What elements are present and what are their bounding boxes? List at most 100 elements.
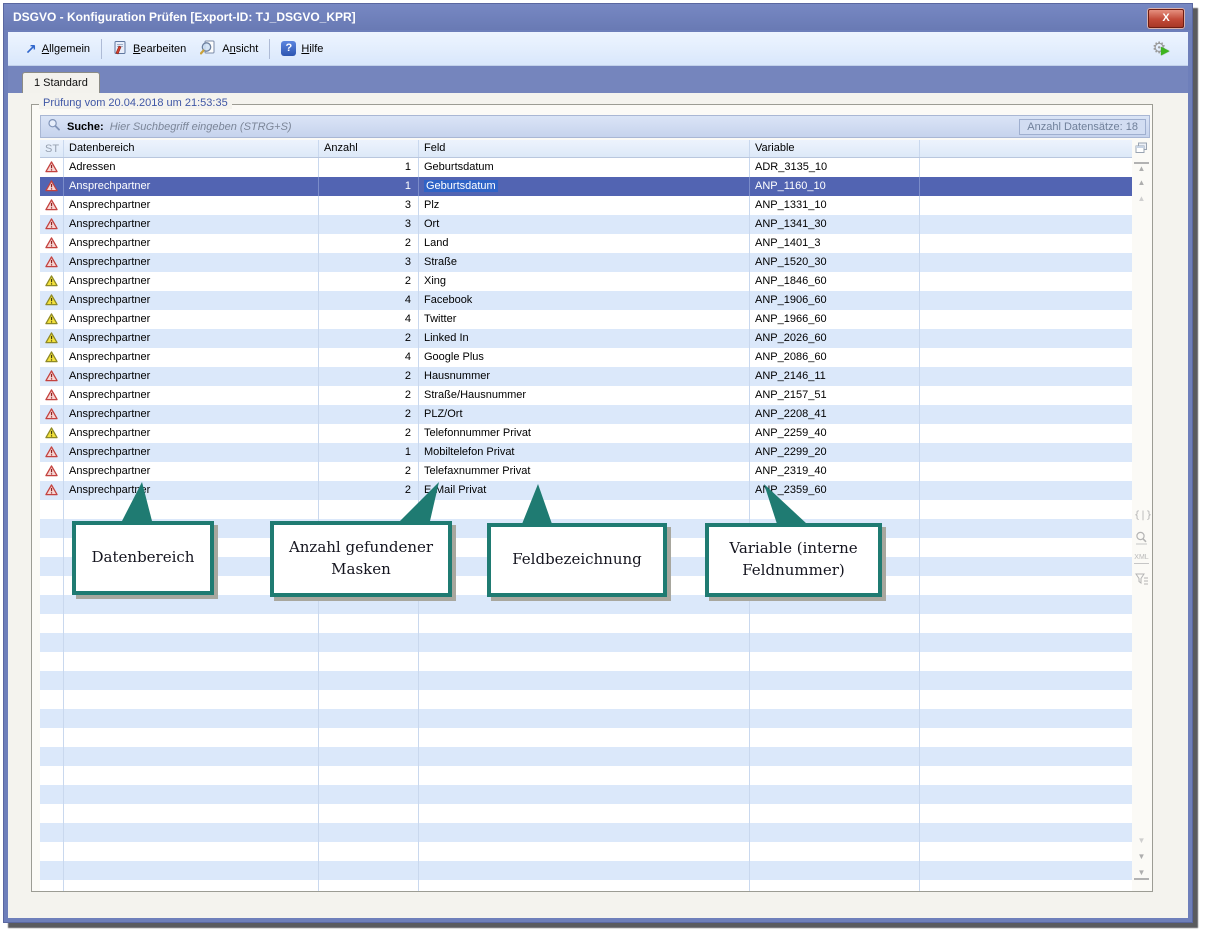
empty-table-row[interactable] [40,861,1132,880]
table-row[interactable]: Ansprechpartner3OrtANP_1341_30 [40,215,1132,234]
scroll-to-top-icon[interactable]: ▲ [1134,162,1149,173]
column-chooser-icon[interactable] [1134,142,1149,157]
empty-table-row[interactable] [40,500,1132,519]
anzahl-cell[interactable]: 2 [319,386,419,405]
table-row[interactable]: Ansprechpartner3StraßeANP_1520_30 [40,253,1132,272]
empty-table-row[interactable] [40,728,1132,747]
anzahl-cell[interactable]: 2 [319,424,419,443]
datenbereich-cell[interactable]: Ansprechpartner [64,481,319,500]
table-row[interactable]: Ansprechpartner2XingANP_1846_60 [40,272,1132,291]
feld-cell[interactable]: Straße/Hausnummer [419,386,750,405]
datenbereich-cell[interactable]: Ansprechpartner [64,329,319,348]
variable-cell[interactable]: ANP_1331_10 [750,196,920,215]
empty-table-row[interactable] [40,842,1132,861]
table-row[interactable]: Ansprechpartner4Google PlusANP_2086_60 [40,348,1132,367]
datenbereich-cell[interactable]: Ansprechpartner [64,405,319,424]
feld-cell[interactable]: Linked In [419,329,750,348]
status-cell[interactable] [40,177,64,196]
column-header-datenbereich[interactable]: Datenbereich [64,140,319,157]
table-row[interactable]: Ansprechpartner2Telefaxnummer PrivatANP_… [40,462,1132,481]
datenbereich-cell[interactable]: Ansprechpartner [64,177,319,196]
datenbereich-cell[interactable]: Ansprechpartner [64,424,319,443]
variable-cell[interactable]: ADR_3135_10 [750,158,920,177]
empty-table-row[interactable] [40,690,1132,709]
anzahl-cell[interactable]: 2 [319,272,419,291]
braces-icon[interactable]: {|} [1134,510,1149,521]
feld-cell[interactable]: Geburtsdatum [419,158,750,177]
xml-icon[interactable]: XML [1134,554,1149,564]
table-row[interactable]: Ansprechpartner2HausnummerANP_2146_11 [40,367,1132,386]
datenbereich-cell[interactable]: Ansprechpartner [64,462,319,481]
status-cell[interactable] [40,310,64,329]
column-header-empty[interactable] [920,140,1132,157]
variable-cell[interactable]: ANP_1401_3 [750,234,920,253]
empty-cell[interactable] [920,367,1132,386]
status-cell[interactable] [40,481,64,500]
status-cell[interactable] [40,348,64,367]
anzahl-cell[interactable]: 3 [319,253,419,272]
empty-table-row[interactable] [40,614,1132,633]
table-row[interactable]: Adressen1GeburtsdatumADR_3135_10 [40,158,1132,177]
variable-cell[interactable]: ANP_1846_60 [750,272,920,291]
empty-cell[interactable] [920,348,1132,367]
datenbereich-cell[interactable]: Ansprechpartner [64,196,319,215]
table-row[interactable]: Ansprechpartner3PlzANP_1331_10 [40,196,1132,215]
scroll-up-icon[interactable]: ▲ [1134,179,1149,187]
datenbereich-cell[interactable]: Ansprechpartner [64,253,319,272]
anzahl-cell[interactable]: 1 [319,443,419,462]
status-cell[interactable] [40,272,64,291]
variable-cell[interactable]: ANP_1520_30 [750,253,920,272]
empty-cell[interactable] [920,272,1132,291]
variable-cell[interactable]: ANP_2208_41 [750,405,920,424]
column-header-variable[interactable]: Variable [750,140,920,157]
empty-table-row[interactable] [40,766,1132,785]
status-cell[interactable] [40,215,64,234]
feld-cell[interactable]: Straße [419,253,750,272]
anzahl-cell[interactable]: 2 [319,462,419,481]
empty-cell[interactable] [920,253,1132,272]
variable-cell[interactable]: ANP_2259_40 [750,424,920,443]
tab-standard[interactable]: 1 Standard [22,72,100,93]
datenbereich-cell[interactable]: Ansprechpartner [64,272,319,291]
empty-table-row[interactable] [40,804,1132,823]
datenbereich-cell[interactable]: Ansprechpartner [64,234,319,253]
datenbereich-cell[interactable]: Adressen [64,158,319,177]
variable-cell[interactable]: ANP_1341_30 [750,215,920,234]
column-header-st[interactable]: ST [40,140,64,157]
variable-cell[interactable]: ANP_2026_60 [750,329,920,348]
table-row[interactable]: Ansprechpartner2Telefonnummer PrivatANP_… [40,424,1132,443]
empty-cell[interactable] [920,291,1132,310]
title-bar[interactable]: DSGVO - Konfiguration Prüfen [Export-ID:… [4,4,1192,30]
table-row[interactable]: Ansprechpartner2Straße/HausnummerANP_215… [40,386,1132,405]
anzahl-cell[interactable]: 2 [319,481,419,500]
scroll-to-bottom-icon[interactable]: ▼ [1134,869,1149,880]
empty-cell[interactable] [920,177,1132,196]
table-row[interactable]: Ansprechpartner4TwitterANP_1966_60 [40,310,1132,329]
feld-cell[interactable]: E-Mail Privat [419,481,750,500]
empty-cell[interactable] [920,329,1132,348]
menu-hilfe[interactable]: ? Hilfe [274,38,330,59]
feld-cell[interactable]: PLZ/Ort [419,405,750,424]
empty-cell[interactable] [920,310,1132,329]
anzahl-cell[interactable]: 1 [319,158,419,177]
anzahl-cell[interactable]: 4 [319,291,419,310]
status-cell[interactable] [40,253,64,272]
empty-cell[interactable] [920,462,1132,481]
feld-cell[interactable]: Hausnummer [419,367,750,386]
close-button[interactable]: X [1148,9,1184,28]
empty-cell[interactable] [920,215,1132,234]
empty-cell[interactable] [920,443,1132,462]
menu-bearbeiten[interactable]: Bearbeiten [106,37,193,61]
feld-cell[interactable]: Twitter [419,310,750,329]
empty-table-row[interactable] [40,747,1132,766]
anzahl-cell[interactable]: 3 [319,196,419,215]
empty-cell[interactable] [920,234,1132,253]
status-cell[interactable] [40,386,64,405]
feld-cell[interactable]: Telefonnummer Privat [419,424,750,443]
feld-cell[interactable]: Facebook [419,291,750,310]
status-cell[interactable] [40,158,64,177]
column-header-anzahl[interactable]: Anzahl [319,140,419,157]
filter-icon[interactable] [1134,573,1149,589]
feld-cell[interactable]: Geburtsdatum [419,177,750,196]
anzahl-cell[interactable]: 4 [319,348,419,367]
